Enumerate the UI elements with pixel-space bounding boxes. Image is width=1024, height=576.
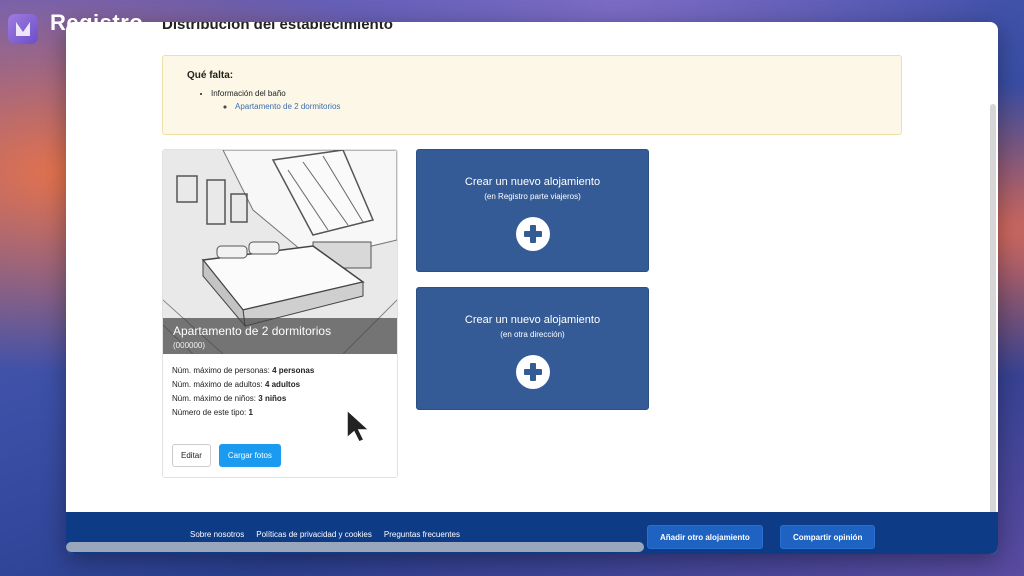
add-accommodation-button[interactable]: Añadir otro alojamiento <box>647 525 763 549</box>
page-title: Distribución del establecimiento <box>162 22 393 33</box>
footer-links: Sobre nosotros Políticas de privacidad y… <box>190 530 460 539</box>
create-card-subtitle: (en otra dirección) <box>500 330 565 339</box>
create-card-subtitle: (en Registro parte viajeros) <box>484 192 581 201</box>
create-card-title: Crear un nuevo alojamiento <box>464 314 601 326</box>
mouse-cursor-icon <box>346 408 371 443</box>
missing-info-alert: Qué falta: Información del baño Apartame… <box>162 55 902 135</box>
detail-row: Núm. máximo de niños: 3 niños <box>172 394 287 403</box>
missing-subitem-link[interactable]: Apartamento de 2 dormitorios <box>235 102 340 111</box>
horizontal-scrollbar[interactable] <box>66 542 644 552</box>
create-accommodation-registro-card[interactable]: Crear un nuevo alojamiento (en Registro … <box>416 149 649 272</box>
plus-icon <box>515 355 550 389</box>
share-feedback-button[interactable]: Compartir opinión <box>780 525 876 549</box>
browser-window: Distribución del establecimiento Qué fal… <box>66 22 998 554</box>
footer-link-about[interactable]: Sobre nosotros <box>190 530 244 539</box>
create-card-title: Crear un nuevo alojamiento <box>464 176 601 188</box>
logo-title: Registro <box>50 10 144 35</box>
footer-link-faq[interactable]: Preguntas frecuentes <box>384 530 460 539</box>
alert-title: Qué falta: <box>187 70 234 81</box>
missing-list: Información del baño Apartamento de 2 do… <box>187 89 877 111</box>
accommodation-photo: Apartamento de 2 dormitorios (000000) <box>163 150 397 354</box>
logo-subtitle: Parte Viajeros <box>96 37 160 47</box>
detail-row: Núm. máximo de adultos: 4 adultos <box>172 380 301 389</box>
missing-item-label: Información del baño <box>211 89 286 98</box>
card-actions: Editar Cargar fotos <box>172 444 281 467</box>
upload-photos-button[interactable]: Cargar fotos <box>218 444 281 467</box>
vertical-scrollbar[interactable] <box>990 104 996 524</box>
app-logo: Registro Parte Viajeros <box>8 12 159 47</box>
detail-row: Núm. máximo de personas: 4 personas <box>172 366 315 375</box>
footer: Sobre nosotros Políticas de privacidad y… <box>66 512 998 554</box>
missing-subitem: Apartamento de 2 dormitorios <box>235 102 877 111</box>
create-accommodation-other-address-card[interactable]: Crear un nuevo alojamiento (en otra dire… <box>416 287 649 410</box>
accommodation-code: (000000) <box>173 341 206 350</box>
photo-caption: Apartamento de 2 dormitorios (000000) <box>163 318 397 354</box>
edit-button[interactable]: Editar <box>172 444 211 467</box>
accommodation-name: Apartamento de 2 dormitorios <box>173 324 332 338</box>
footer-link-privacy[interactable]: Políticas de privacidad y cookies <box>256 530 372 539</box>
logo-icon <box>8 14 38 44</box>
missing-item: Información del baño Apartamento de 2 do… <box>211 89 877 111</box>
plus-icon <box>515 217 550 251</box>
